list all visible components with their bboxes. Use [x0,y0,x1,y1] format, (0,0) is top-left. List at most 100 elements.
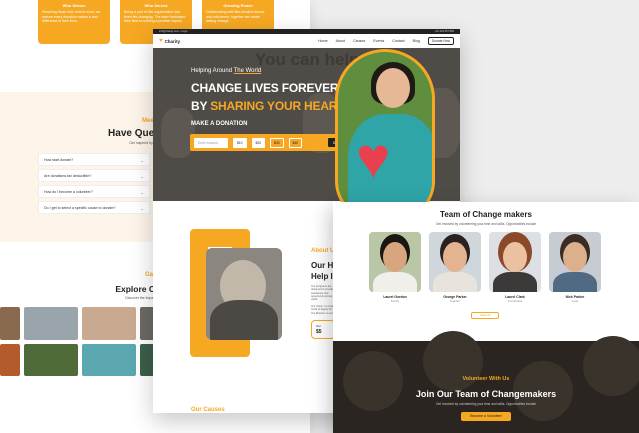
volunteer-subtitle: Get Involved by volunteering your time a… [435,402,537,406]
chevron-down-icon: ⌄ [140,190,144,195]
member-body [373,272,417,292]
hero-headline-line1: CHANGE LIVES FOREVER [191,81,339,95]
feature-card-title: Who Serves [144,3,168,8]
nav-item-causes[interactable]: Causes [353,39,365,43]
hero-kicker-link: The World [233,68,262,74]
showcase-stage: Who Shines Reaching those who need it mo… [0,0,639,433]
member-body [493,272,537,292]
navbar: ♥ Charity Home About Causes Events Conta… [153,34,460,48]
chevron-down-icon: ⌄ [140,206,144,211]
gallery-image[interactable] [24,307,78,340]
background-person [423,331,483,391]
feature-card-body: Reaching those who need it most, we ensu… [42,10,101,24]
causes-label: Our Causes [191,407,225,413]
hero-kicker: Helping Around The World [191,68,261,74]
member-photo [549,232,601,292]
about-title-line1: Our H [311,261,334,270]
team-member-card[interactable]: Nick Parker Lead [549,232,601,303]
member-role: Lead [571,299,579,303]
nav-item-events[interactable]: Events [373,39,384,43]
volunteer-title: Join Our Team of Changemakers [415,389,557,399]
member-body [433,272,477,292]
hero-portrait-frame: ♥ [335,49,435,221]
member-photo [369,232,421,292]
about-title: Our H Help I [311,261,333,283]
member-role: Family [390,299,400,303]
team-member-card[interactable]: Laurel Clark Coordinator [489,232,541,303]
team-member-card[interactable]: Laurel Gordon Family [369,232,421,303]
member-face [443,242,467,272]
team-subtitle: Get Involved by volunteering your time a… [435,222,537,226]
become-volunteer-button[interactable]: Become a Volunteer [461,412,511,421]
view-all-button[interactable]: View All [471,312,499,319]
nav-donate-button[interactable]: Donate Now [427,37,454,45]
nav-item-contact[interactable]: Contact [392,39,404,43]
gallery-image[interactable] [140,307,154,340]
about-stat-label: Our [316,324,322,328]
faq-item[interactable]: Do I get to select a specific cause to d… [38,201,150,214]
hero-headline-line2: BY SHARING YOUR HEART. [191,99,346,113]
member-role: Coordinator [507,299,523,303]
heart-icon: ♥ [356,126,391,191]
faq-question: How start donate? [44,158,74,162]
about-title-line2: Help I [311,271,333,281]
hero-ghost-text: You can help [255,50,360,69]
about-stat-value: $5 [316,329,322,335]
hero-kicker-prefix: Helping Around [191,68,234,74]
faq-question: How do I become a volunteer? [44,190,93,194]
nav-item-home[interactable]: Home [318,39,328,43]
logo-text: Charity [164,38,181,44]
member-face [503,242,527,272]
donation-amount-input[interactable]: Enter Amount [194,137,228,148]
donation-heading: MAKE A DONATION [191,121,248,127]
faq-question: Are donations tax deductible? [44,174,92,178]
member-photo [429,232,481,292]
gallery-image[interactable] [0,344,20,376]
gallery-image[interactable] [24,344,78,376]
about-photo-body [210,300,278,340]
nav-item-about[interactable]: About [336,39,345,43]
amount-option[interactable]: $20 [251,137,266,148]
faq-question: Do I get to select a specific cause to d… [44,206,116,210]
gallery-label: Ga [145,272,154,278]
heart-logo-icon: ♥ [159,38,163,44]
about-stat: Our $5 [311,320,335,339]
chevron-down-icon: ⌄ [140,158,144,163]
volunteer-section: Volunteer With Us Join Our Team of Chang… [333,331,639,433]
amount-option[interactable]: $10 [233,137,247,148]
right-page-preview: Team of Change makers Get Involved by vo… [333,202,639,433]
gallery-image[interactable] [82,307,136,340]
gallery-image[interactable] [140,344,154,376]
amount-option[interactable]: $30 [270,137,284,148]
faq-item[interactable]: How do I become a volunteer? ⌄ [38,185,150,198]
faq-item[interactable]: Are donations tax deductible? ⌄ [38,169,150,182]
amount-option[interactable]: $40 [288,137,303,148]
background-person [583,336,639,396]
topbar-contact: info@charity.com • Login [159,30,188,33]
nav-item-blog[interactable]: Blog [413,39,420,43]
member-body [553,272,597,292]
feature-card-title: Growing Reach [223,3,253,8]
chevron-down-icon: ⌄ [140,174,144,179]
feature-card-body: Being a part of this organization has be… [124,10,186,24]
member-role: Teacher [450,299,460,303]
main-menu: Home About Causes Events Contact Blog Do… [318,37,454,45]
gallery-image[interactable] [0,307,20,340]
feature-card-title: Who Shines [62,3,86,8]
hero-headline-accent: SHARING YOUR HEART. [210,99,347,113]
volunteer-label: Volunteer With Us [462,376,510,382]
portrait-face [376,68,410,108]
team-title: Team of Change makers [440,210,532,219]
gallery-image[interactable] [82,344,136,376]
feature-card: Who Shines Reaching those who need it mo… [38,0,110,44]
logo[interactable]: ♥ Charity [159,38,180,44]
about-photo [206,248,282,340]
feature-card-body: Collaborating with like-minded donors an… [206,10,265,24]
hero-headline-prefix: BY [191,99,211,113]
member-face [383,242,407,272]
topbar-phone: +01 234 567 890 [434,30,454,33]
team-member-card[interactable]: George Parker Teacher [429,232,481,303]
about-label: About U [311,248,335,254]
faq-item[interactable]: How start donate? ⌄ [38,153,150,166]
member-photo [489,232,541,292]
